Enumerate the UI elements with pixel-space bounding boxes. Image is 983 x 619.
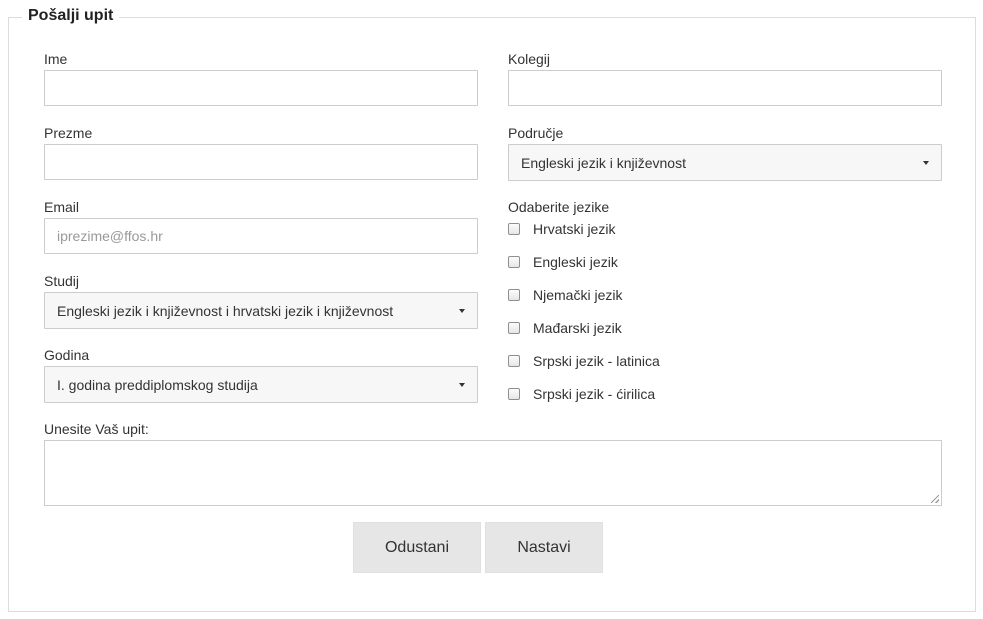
language-option-label: Srpski jezik - latinica bbox=[533, 353, 660, 369]
njemacki-checkbox[interactable] bbox=[508, 289, 520, 301]
prezime-label: Prezme bbox=[44, 125, 93, 141]
podrucje-label: Područje bbox=[508, 125, 564, 141]
upit-label: Unesite Vaš upit: bbox=[44, 421, 149, 437]
studij-label: Studij bbox=[44, 273, 80, 289]
submit-button[interactable]: Nastavi bbox=[485, 522, 603, 573]
language-option-label: Engleski jezik bbox=[533, 254, 618, 270]
studij-selected-value: Engleski jezik i književnost i hrvatski … bbox=[57, 302, 394, 319]
jezici-label: Odaberite jezike bbox=[508, 199, 610, 215]
ime-input[interactable] bbox=[44, 70, 478, 106]
language-option-label: Njemački jezik bbox=[533, 287, 623, 303]
podrucje-selected-value: Engleski jezik i književnost bbox=[521, 154, 686, 171]
language-option[interactable]: Mađarski jezik bbox=[508, 320, 622, 336]
form-legend: Pošalji upit bbox=[22, 6, 120, 26]
language-option[interactable]: Srpski jezik - latinica bbox=[508, 353, 660, 369]
language-option[interactable]: Engleski jezik bbox=[508, 254, 618, 270]
kolegij-label: Kolegij bbox=[508, 51, 551, 67]
godina-select[interactable]: I. godina preddiplomskog studija bbox=[44, 366, 478, 403]
language-option-label: Mađarski jezik bbox=[533, 320, 622, 336]
studij-select[interactable]: Engleski jezik i književnost i hrvatski … bbox=[44, 292, 478, 329]
podrucje-select[interactable]: Engleski jezik i književnost bbox=[508, 144, 942, 181]
srpski-latinica-checkbox[interactable] bbox=[508, 355, 520, 367]
resize-handle-icon[interactable] bbox=[931, 495, 939, 503]
chevron-down-icon bbox=[923, 161, 929, 165]
language-option-label: Srpski jezik - ćirilica bbox=[533, 386, 656, 402]
email-input[interactable] bbox=[44, 218, 478, 254]
ime-label: Ime bbox=[44, 51, 68, 67]
cancel-button[interactable]: Odustani bbox=[353, 522, 481, 573]
email-label: Email bbox=[44, 199, 80, 215]
hrvatski-checkbox[interactable] bbox=[508, 223, 520, 235]
language-option[interactable]: Hrvatski jezik bbox=[508, 221, 615, 237]
engleski-checkbox[interactable] bbox=[508, 256, 520, 268]
godina-selected-value: I. godina preddiplomskog studija bbox=[57, 376, 258, 393]
kolegij-input[interactable] bbox=[508, 70, 942, 106]
prezime-input[interactable] bbox=[44, 144, 478, 180]
language-option[interactable]: Srpski jezik - ćirilica bbox=[508, 386, 655, 402]
madarski-checkbox[interactable] bbox=[508, 322, 520, 334]
srpski-cirilica-checkbox[interactable] bbox=[508, 388, 520, 400]
language-option-label: Hrvatski jezik bbox=[533, 221, 616, 237]
chevron-down-icon bbox=[459, 383, 465, 387]
upit-textarea[interactable] bbox=[44, 440, 942, 506]
language-option[interactable]: Njemački jezik bbox=[508, 287, 622, 303]
godina-label: Godina bbox=[44, 347, 90, 363]
chevron-down-icon bbox=[459, 309, 465, 313]
